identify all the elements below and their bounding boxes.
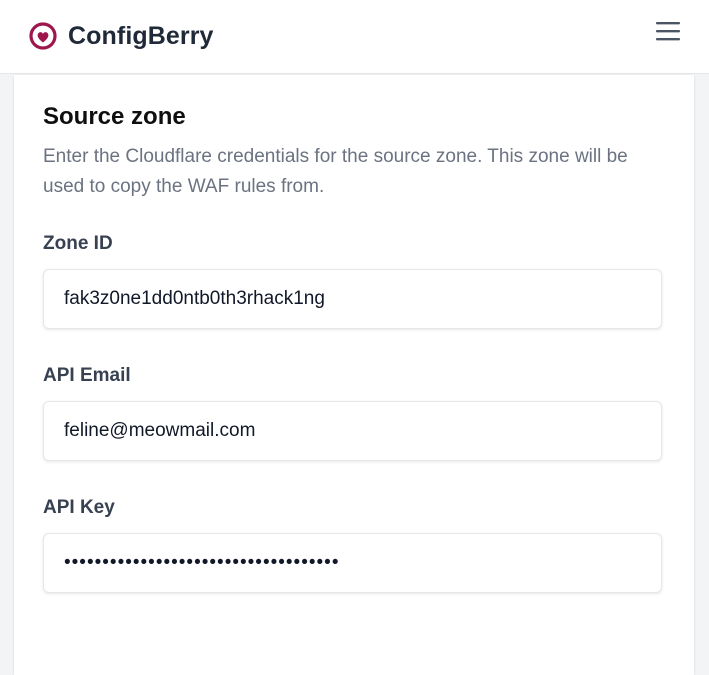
api-email-label: API Email (43, 365, 131, 386)
hamburger-menu-icon (656, 22, 680, 41)
zone-id-label: Zone ID (43, 233, 113, 254)
section-title: Source zone (43, 103, 186, 130)
zone-id-input[interactable] (43, 269, 662, 329)
api-email-input[interactable] (43, 401, 662, 461)
source-zone-card: Source zone Enter the Cloudflare credent… (14, 75, 694, 675)
api-key-input[interactable] (43, 533, 662, 593)
brand-name: ConfigBerry (68, 21, 214, 50)
section-description: Enter the Cloudflare credentials for the… (43, 146, 628, 197)
berry-logo-icon (29, 22, 57, 50)
brand[interactable]: ConfigBerry (28, 19, 214, 53)
menu-button[interactable] (652, 18, 684, 46)
api-key-label: API Key (43, 497, 115, 518)
app-header: ConfigBerry (0, 0, 709, 74)
